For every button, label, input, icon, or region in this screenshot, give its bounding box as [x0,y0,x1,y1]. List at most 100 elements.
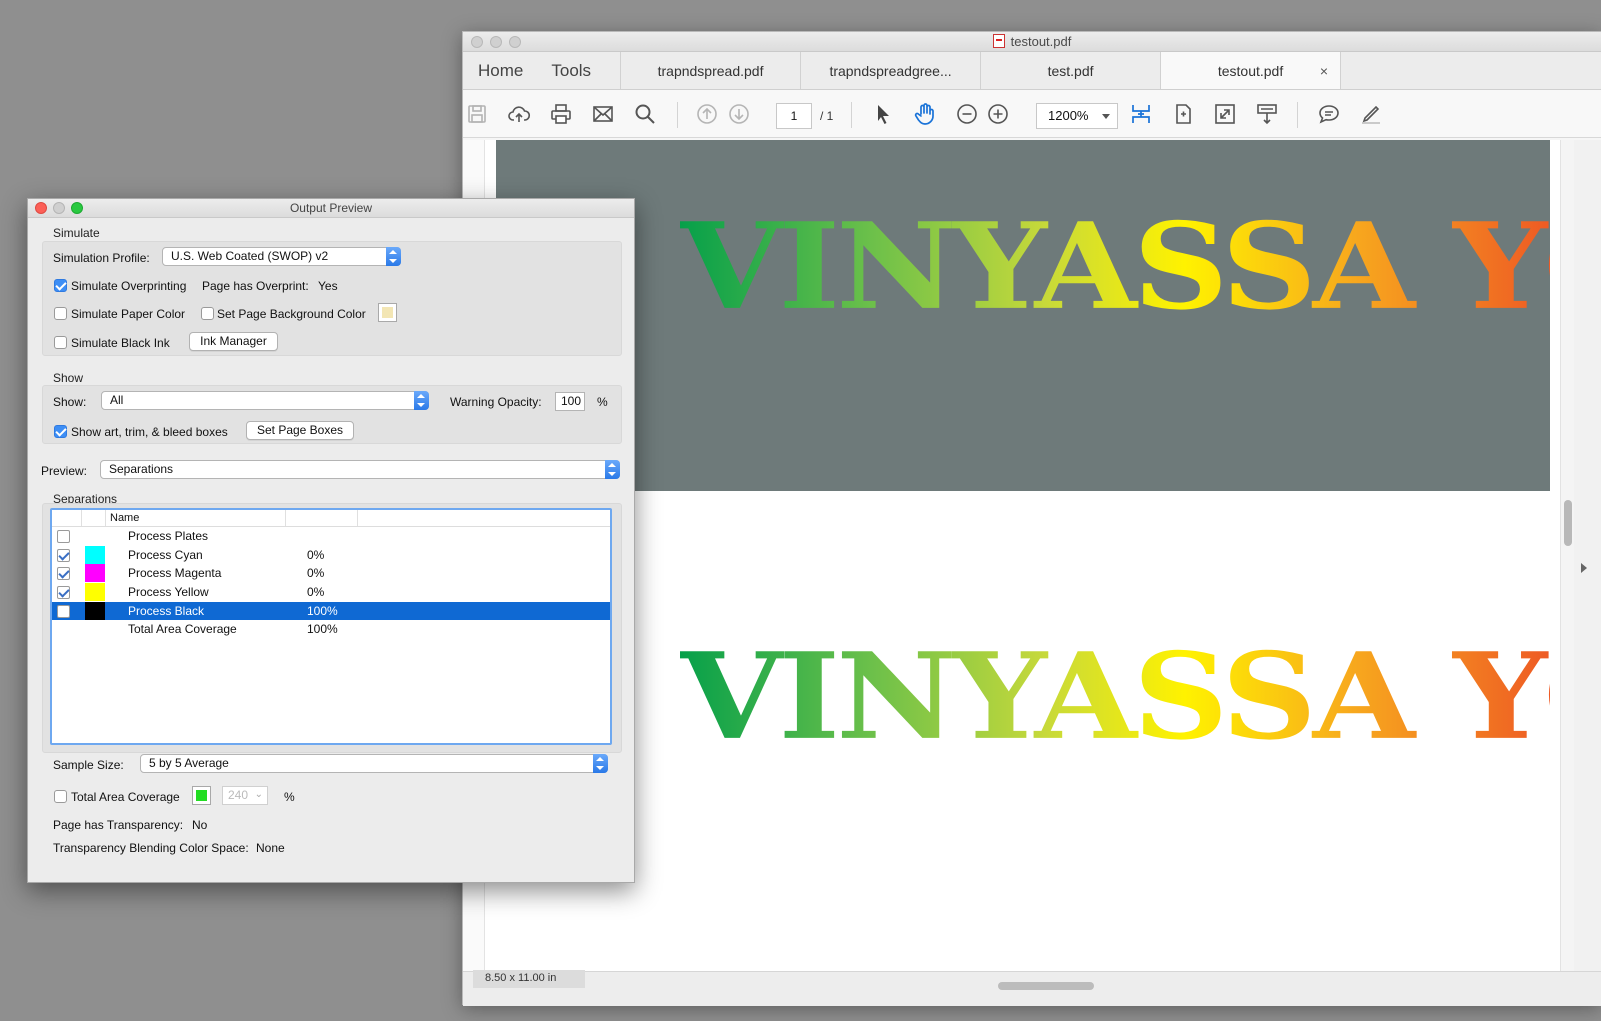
separation-row[interactable]: Process Magenta 0% [52,564,610,583]
select-stepper-icon [414,391,429,410]
separation-name: Process Plates [128,529,209,543]
separation-visible-checkbox[interactable] [57,604,70,618]
coverage-limit-input[interactable]: 240 ⌄ [222,786,268,805]
separation-visible-checkbox[interactable] [57,567,70,581]
coverage-color-swatch[interactable] [192,786,211,805]
cloud-upload-icon[interactable] [505,100,533,128]
fit-width-icon[interactable] [1127,100,1155,128]
warning-opacity-input[interactable]: 100 [555,392,585,411]
show-value: All [110,393,124,407]
zoom-out-icon[interactable] [953,100,981,128]
simulation-profile-select[interactable]: U.S. Web Coated (SWOP) v2 [162,247,401,266]
page-size-label: 8.50 x 11.00 in [473,970,585,988]
separation-color-swatch [85,583,105,602]
minimize-panel-button[interactable] [53,202,65,214]
home-tab[interactable]: Home [463,52,537,89]
zoom-window-button[interactable] [509,36,521,48]
horizontal-scroll-thumb[interactable] [998,982,1094,990]
column-header-color [82,510,106,526]
separation-visible-checkbox[interactable] [57,548,70,562]
separation-row[interactable]: Process Black 100% [52,601,610,621]
search-icon[interactable] [631,100,659,128]
separation-percent: 0% [307,566,325,581]
toolbar-divider [1297,102,1298,128]
set-page-boxes-button[interactable]: Set Page Boxes [246,421,354,440]
expand-right-pane-icon[interactable] [1581,563,1592,573]
close-panel-button[interactable] [35,202,47,214]
set-page-background-checkbox[interactable] [201,307,214,320]
print-icon[interactable] [547,100,575,128]
preview-select[interactable]: Separations [100,460,620,479]
chevron-down-icon: ⌄ [254,789,263,800]
sample-size-label: Sample Size: [53,758,124,772]
artwork-text-bottom: VINYASSA YOGA [680,638,1550,757]
separation-name: Total Area Coverage [128,622,237,637]
simulate-section-label: Simulate [53,226,100,240]
document-tab-label: test.pdf [1047,62,1094,79]
total-area-coverage-checkbox[interactable] [54,790,67,803]
tab-bar: Home Tools trapndspread.pdf trapndspread… [463,52,1601,90]
select-arrow-icon[interactable] [869,100,897,128]
toolbar-divider [851,102,852,128]
document-tab[interactable]: test.pdf [981,52,1162,89]
show-section-label: Show [53,371,84,385]
select-stepper-icon [593,754,608,773]
separation-row[interactable]: Process Plates [52,527,610,546]
separation-visible-checkbox[interactable] [57,586,70,600]
full-screen-icon[interactable] [1211,100,1239,128]
page-transparency-value: No [192,818,208,832]
scroll-mode-icon[interactable] [1253,100,1281,128]
separation-percent: 0% [307,547,325,562]
column-header-name[interactable]: Name [106,510,286,526]
vertical-scrollbar[interactable] [1560,140,1574,971]
zoom-panel-button[interactable] [71,202,83,214]
document-tab[interactable]: trapndspreadgree... [801,52,982,89]
separation-percent: 0% [307,585,325,600]
separation-color-swatch [85,564,105,583]
select-stepper-icon [386,247,401,266]
right-pane-toggle[interactable] [1574,140,1601,971]
vertical-scroll-thumb[interactable] [1564,500,1572,546]
separations-table[interactable]: Name Process Plates Process Cyan 0% Process… [50,508,612,745]
window-title: testout.pdf [1010,34,1072,49]
sample-size-select[interactable]: 5 by 5 Average [140,754,608,773]
fit-page-icon[interactable] [1169,100,1197,128]
separation-visible-checkbox[interactable] [57,530,70,543]
background-color-chip [382,307,393,318]
show-select[interactable]: All [101,391,429,410]
tools-tab[interactable]: Tools [537,52,605,89]
separation-name: Process Black [128,603,205,618]
email-icon[interactable] [589,100,617,128]
pdf-file-icon [992,34,1005,48]
document-tab-active[interactable]: testout.pdf × [1161,52,1342,89]
simulate-black-ink-checkbox[interactable] [54,336,67,349]
close-tab-icon[interactable]: × [1320,63,1328,79]
hand-tool-icon[interactable] [911,100,939,128]
close-window-button[interactable] [471,36,483,48]
simulate-overprinting-checkbox[interactable] [54,279,67,292]
blending-space-label: Transparency Blending Color Space: [53,841,249,855]
separation-row[interactable]: Process Cyan 0% [52,545,610,565]
zoom-level-dropdown[interactable]: 1200% [1036,103,1118,129]
ink-manager-button[interactable]: Ink Manager [189,332,278,351]
separation-row[interactable]: Total Area Coverage 100% [52,620,610,639]
comment-icon[interactable] [1315,100,1343,128]
zoom-in-icon[interactable] [984,100,1012,128]
background-color-swatch[interactable] [378,303,397,322]
toolbar-divider [677,102,678,128]
save-icon[interactable] [463,100,491,128]
sign-pen-icon[interactable] [1357,100,1385,128]
column-header-check [52,510,82,526]
simulate-paper-color-checkbox[interactable] [54,307,67,320]
document-tab[interactable]: trapndspread.pdf [621,52,802,89]
simulation-profile-value: U.S. Web Coated (SWOP) v2 [171,249,329,263]
page-number-input[interactable]: 1 [776,103,812,129]
separation-row[interactable]: Process Yellow 0% [52,583,610,602]
separation-percent: 100% [307,603,338,618]
previous-page-icon[interactable] [693,100,721,128]
preview-label: Preview: [41,464,88,478]
next-page-icon[interactable] [725,100,753,128]
minimize-window-button[interactable] [490,36,502,48]
show-boxes-checkbox[interactable] [54,425,67,438]
window-titlebar: testout.pdf [463,32,1601,52]
